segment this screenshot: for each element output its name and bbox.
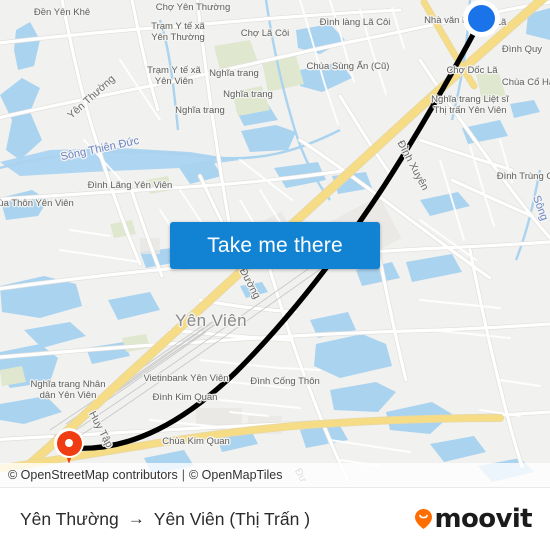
take-me-there-button[interactable]: Take me there [170, 222, 380, 269]
origin-marker[interactable] [54, 428, 84, 466]
arrow-right-icon: → [127, 509, 145, 528]
route-origin-label[interactable]: Yên Thường [20, 509, 119, 530]
route-summary: Yên Thường → Yên Viên (Thị Trấn ) [20, 509, 310, 530]
moovit-wordmark: moovit [434, 504, 532, 534]
moovit-logo[interactable]: moovit [415, 504, 533, 534]
take-me-there-label: Take me there [207, 233, 343, 257]
osm-attribution-link[interactable]: © OpenStreetMap contributors [8, 468, 178, 482]
route-footer: Yên Thường → Yên Viên (Thị Trấn ) moovit [0, 487, 550, 550]
destination-marker-dot [468, 5, 495, 32]
map-canvas[interactable]: .w{fill:#aad3f0} .green{fill:#dfe8cf} .b… [0, 0, 550, 487]
moovit-pin-icon [415, 509, 433, 529]
moovit-map-screen: .w{fill:#aad3f0} .green{fill:#dfe8cf} .b… [0, 0, 550, 550]
origin-marker-ring [54, 428, 84, 458]
map-attribution: © OpenStreetMap contributors | © OpenMap… [0, 463, 550, 487]
route-destination-label[interactable]: Yên Viên (Thị Trấn ) [154, 509, 310, 530]
destination-marker[interactable] [463, 0, 500, 37]
attribution-separator: | [181, 468, 185, 482]
origin-marker-hole [65, 439, 73, 447]
openmaptiles-attribution-link[interactable]: © OpenMapTiles [189, 468, 283, 482]
